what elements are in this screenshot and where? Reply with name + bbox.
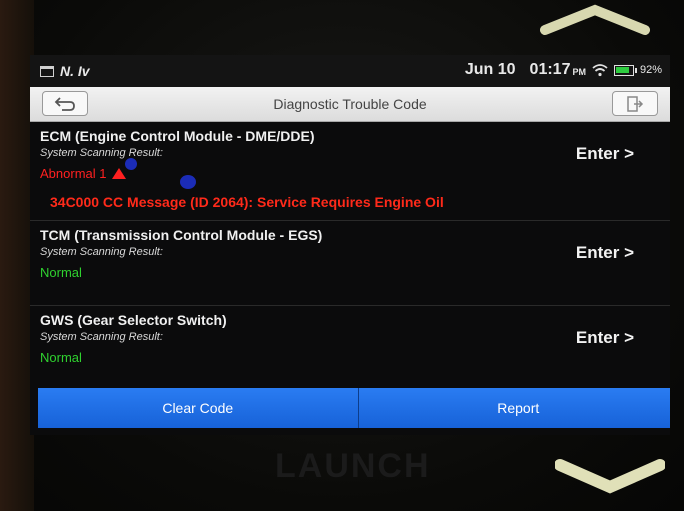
status-date: Jun 10 bbox=[464, 61, 516, 78]
touch-marker bbox=[180, 175, 196, 189]
touch-marker bbox=[125, 158, 137, 170]
battery-percent: 92% bbox=[639, 64, 662, 76]
status-abnormal: Abnormal 1 bbox=[40, 166, 127, 181]
title-bar: Diagnostic Trouble Code bbox=[30, 87, 670, 122]
status-ampm: PM bbox=[572, 67, 586, 77]
scan-result-label: System Scanning Result: bbox=[40, 147, 163, 159]
scan-result-label: System Scanning Result: bbox=[40, 246, 163, 258]
wifi-icon bbox=[592, 64, 608, 77]
dtc-message[interactable]: 34C000 CC Message (ID 2064): Service Req… bbox=[50, 194, 444, 210]
status-bar: N. Iv Jun 10 01:17 PM 92% bbox=[30, 55, 670, 87]
decorative-chevron-bottom bbox=[555, 459, 665, 494]
page-title: Diagnostic Trouble Code bbox=[273, 96, 427, 112]
warning-triangle-icon bbox=[112, 168, 127, 179]
module-name: GWS (Gear Selector Switch) bbox=[40, 312, 227, 328]
device-logo: LAUNCH bbox=[275, 447, 431, 485]
device-bezel bbox=[0, 0, 34, 511]
notification-icons: N. Iv bbox=[60, 63, 90, 79]
status-time: 01:17 bbox=[529, 61, 571, 78]
device-screen: N. Iv Jun 10 01:17 PM 92% Diagnostic Tro… bbox=[30, 55, 670, 435]
status-normal: Normal bbox=[40, 350, 82, 365]
module-item-gws[interactable]: GWS (Gear Selector Switch) System Scanni… bbox=[30, 306, 670, 386]
enter-button[interactable]: Enter > bbox=[576, 144, 634, 164]
module-name: TCM (Transmission Control Module - EGS) bbox=[40, 227, 323, 243]
enter-button[interactable]: Enter > bbox=[576, 243, 634, 263]
exit-icon bbox=[627, 95, 644, 112]
module-item-ecm[interactable]: ECM (Engine Control Module - DME/DDE) Sy… bbox=[30, 122, 670, 221]
enter-button[interactable]: Enter > bbox=[576, 328, 634, 348]
status-text: Abnormal 1 bbox=[40, 166, 107, 181]
clear-code-button[interactable]: Clear Code bbox=[38, 388, 359, 428]
calendar-icon bbox=[40, 65, 54, 77]
module-item-tcm[interactable]: TCM (Transmission Control Module - EGS) … bbox=[30, 221, 670, 306]
battery-icon bbox=[613, 64, 637, 76]
exit-button[interactable] bbox=[612, 91, 658, 116]
status-normal: Normal bbox=[40, 265, 82, 280]
report-button[interactable]: Report bbox=[358, 388, 670, 428]
bottom-action-bar: Clear Code Report bbox=[38, 388, 670, 428]
module-name: ECM (Engine Control Module - DME/DDE) bbox=[40, 128, 315, 144]
scan-result-label: System Scanning Result: bbox=[40, 331, 163, 343]
decorative-chevron-top bbox=[540, 4, 650, 35]
